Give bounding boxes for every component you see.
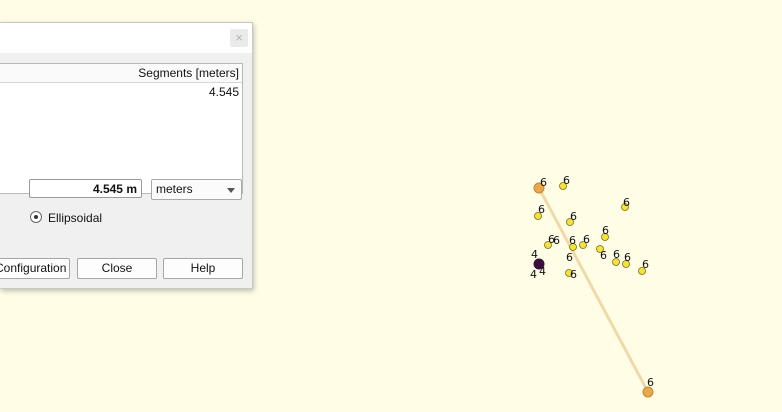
point-label: 6	[583, 233, 590, 246]
close-button[interactable]: Close	[77, 258, 157, 279]
radio-selected-dot	[34, 215, 38, 219]
help-button[interactable]: Help	[163, 258, 243, 279]
dialog-titlebar[interactable]: ×	[0, 23, 252, 53]
point-label: 6	[642, 258, 649, 271]
point-label: 6	[540, 176, 547, 189]
cluster-label: 4	[539, 265, 546, 278]
point-label: 6	[538, 203, 545, 216]
cluster-label: 4	[531, 248, 538, 261]
point-label: 6	[624, 251, 631, 264]
segments-column-header[interactable]: Segments [meters]	[0, 64, 242, 83]
measure-dialog: × Segments [meters] 4.545 4.545 m meters…	[0, 22, 253, 289]
close-icon[interactable]: ×	[230, 29, 248, 47]
cluster-label: 4	[530, 268, 537, 281]
endpoint-label: 6	[647, 376, 654, 389]
total-field: 4.545 m	[29, 179, 142, 198]
point-label: 6	[563, 174, 570, 187]
measure-line	[537, 187, 650, 393]
point-label: 6	[600, 249, 607, 262]
point-label: 6	[553, 234, 560, 247]
point-label: 6	[570, 268, 577, 281]
point-label: 6	[602, 224, 609, 237]
ellipsoidal-radio[interactable]	[30, 211, 42, 223]
point-label: 6	[570, 210, 577, 223]
ellipsoidal-label[interactable]: Ellipsoidal	[48, 211, 102, 225]
point-label: 6	[613, 248, 620, 261]
point-label: 6	[566, 251, 573, 264]
segments-table[interactable]: Segments [meters] 4.545	[0, 63, 243, 194]
configuration-button[interactable]: Configuration	[0, 258, 70, 279]
unit-select[interactable]: meters	[151, 179, 242, 200]
point-label: 6	[569, 234, 576, 247]
unit-select-value: meters	[156, 182, 193, 196]
table-row[interactable]: 4.545	[0, 84, 242, 100]
point-label: 6	[623, 196, 630, 209]
chevron-down-icon	[227, 188, 235, 193]
